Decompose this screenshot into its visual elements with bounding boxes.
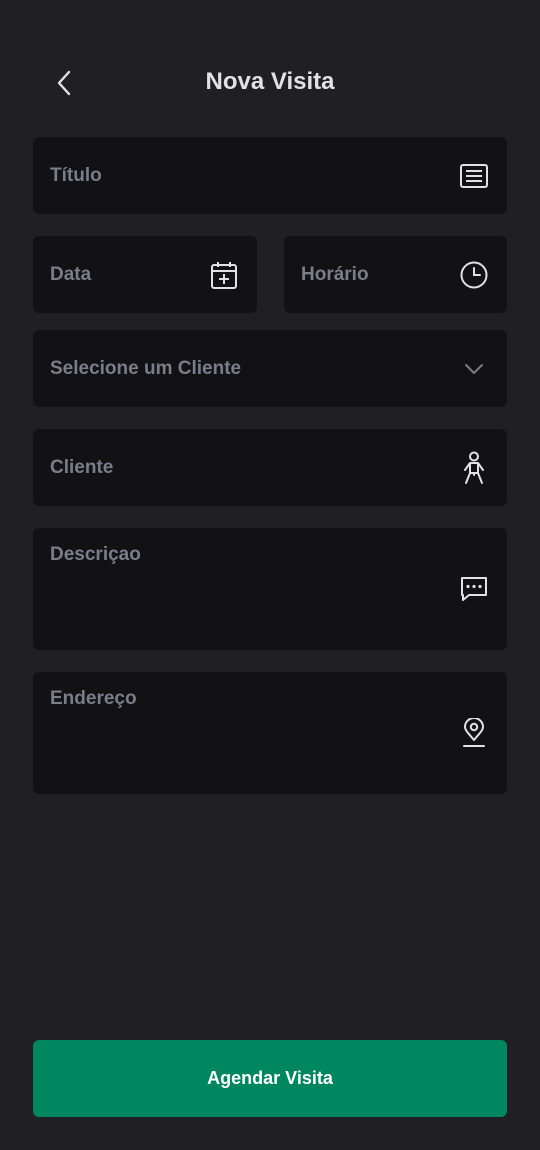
chevron-down-icon [459,354,489,384]
client-placeholder: Cliente [50,456,114,478]
time-input[interactable]: Horário [284,236,507,313]
page-title: Nova Visita [205,68,335,95]
calendar-plus-icon [209,260,239,290]
address-input[interactable]: Endereço [33,672,507,794]
description-input[interactable]: Descriçao [33,528,507,650]
date-placeholder: Data [50,263,92,285]
person-icon [459,451,489,484]
header: Nova Visita [0,50,540,114]
title-placeholder: Título [50,164,102,186]
title-input[interactable]: Título [33,137,507,214]
chat-dots-icon [459,574,489,604]
schedule-visit-button[interactable]: Agendar Visita [33,1040,507,1117]
address-placeholder: Endereço [50,688,137,709]
date-input[interactable]: Data [33,236,257,313]
description-placeholder: Descriçao [50,544,141,565]
client-input[interactable]: Cliente [33,429,507,506]
map-pin-icon [459,718,489,748]
clock-icon [459,260,489,290]
document-lines-icon [459,161,489,191]
client-select[interactable]: Selecione um Cliente [33,330,507,407]
time-placeholder: Horário [301,263,369,285]
client-select-placeholder: Selecione um Cliente [50,357,242,379]
